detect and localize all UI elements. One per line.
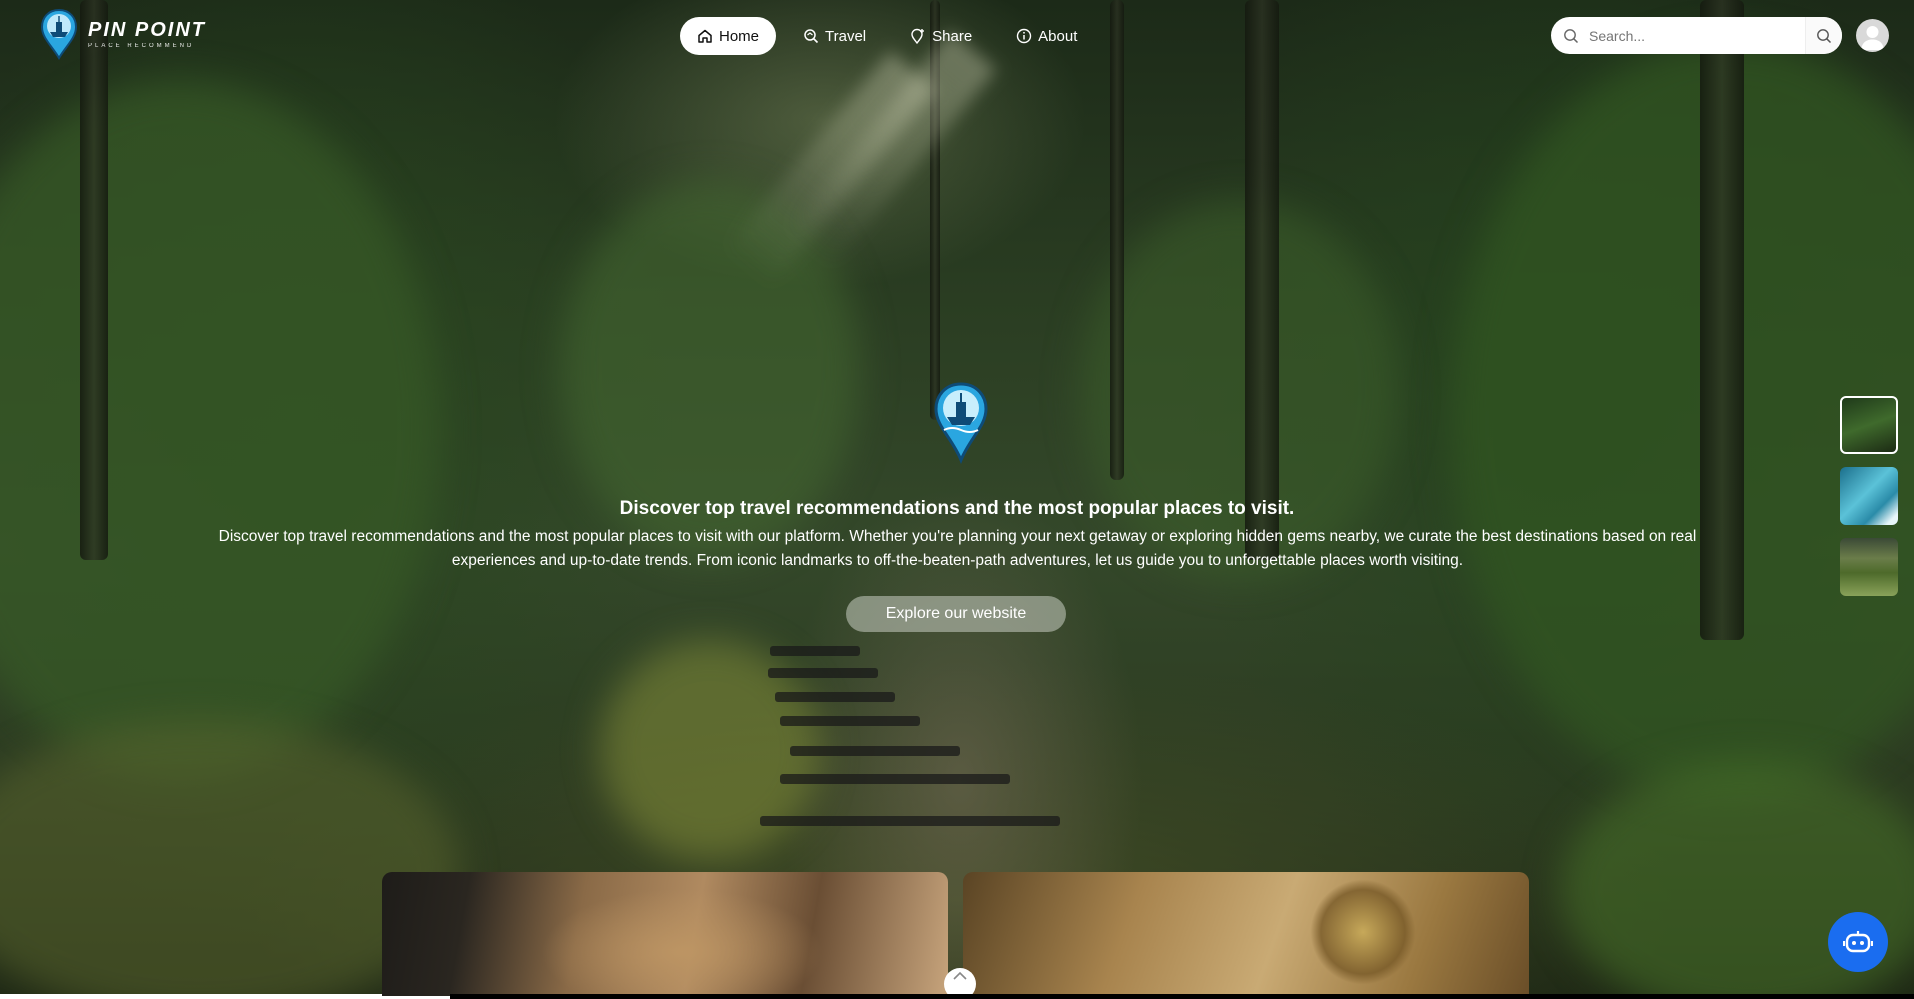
nav-share[interactable]: Share [893, 17, 989, 55]
thumbnail-forest[interactable] [1840, 396, 1898, 454]
robot-icon [1843, 931, 1873, 953]
nav-home-label: Home [719, 27, 760, 45]
feature-card-backpack[interactable] [382, 872, 948, 996]
explore-website-button[interactable]: Explore our website [846, 596, 1066, 632]
search-input[interactable] [1587, 26, 1805, 45]
main-nav: Home Travel Share About [680, 17, 1104, 55]
nav-travel-label: Travel [825, 27, 867, 45]
user-icon [1861, 26, 1884, 50]
search-bar [1551, 17, 1842, 54]
chatbot-button[interactable] [1828, 912, 1888, 972]
thumbnail-village[interactable] [1840, 538, 1898, 596]
background-selector [1840, 396, 1900, 609]
search-button[interactable] [1805, 17, 1842, 54]
thumbnail-ocean[interactable] [1840, 467, 1898, 525]
nav-about-label: About [1038, 27, 1078, 45]
share-pin-icon [911, 28, 925, 44]
hero-title: Discover top travel recommendations and … [619, 498, 1295, 519]
brand-subtitle: PLACE RECOMMEND [88, 43, 195, 49]
pin-ship-logo-icon [40, 8, 78, 60]
hero-pin-ship-logo-icon [934, 382, 988, 464]
bottom-edge-bar [450, 994, 1914, 999]
user-avatar[interactable] [1856, 19, 1889, 52]
map-search-icon [804, 29, 819, 44]
brand-title: PIN POINT [88, 19, 207, 41]
brand-logo[interactable]: PIN POINT PLACE RECOMMEND [40, 8, 206, 60]
nav-home[interactable]: Home [680, 17, 777, 55]
search-submit-icon [1817, 28, 1832, 43]
hero-description: Discover top travel recommendations and … [218, 528, 1697, 569]
info-icon [1016, 28, 1032, 44]
search-icon [1564, 28, 1579, 43]
hero-background-image [0, 0, 1914, 994]
nav-about[interactable]: About [999, 17, 1094, 55]
home-icon [698, 29, 712, 43]
page: PIN POINT PLACE RECOMMEND Home Travel Sh… [0, 0, 1914, 999]
chevron-up-icon [953, 971, 967, 980]
feature-card-compass-map[interactable] [963, 872, 1529, 996]
nav-share-label: Share [932, 27, 973, 45]
nav-travel[interactable]: Travel [786, 17, 883, 55]
